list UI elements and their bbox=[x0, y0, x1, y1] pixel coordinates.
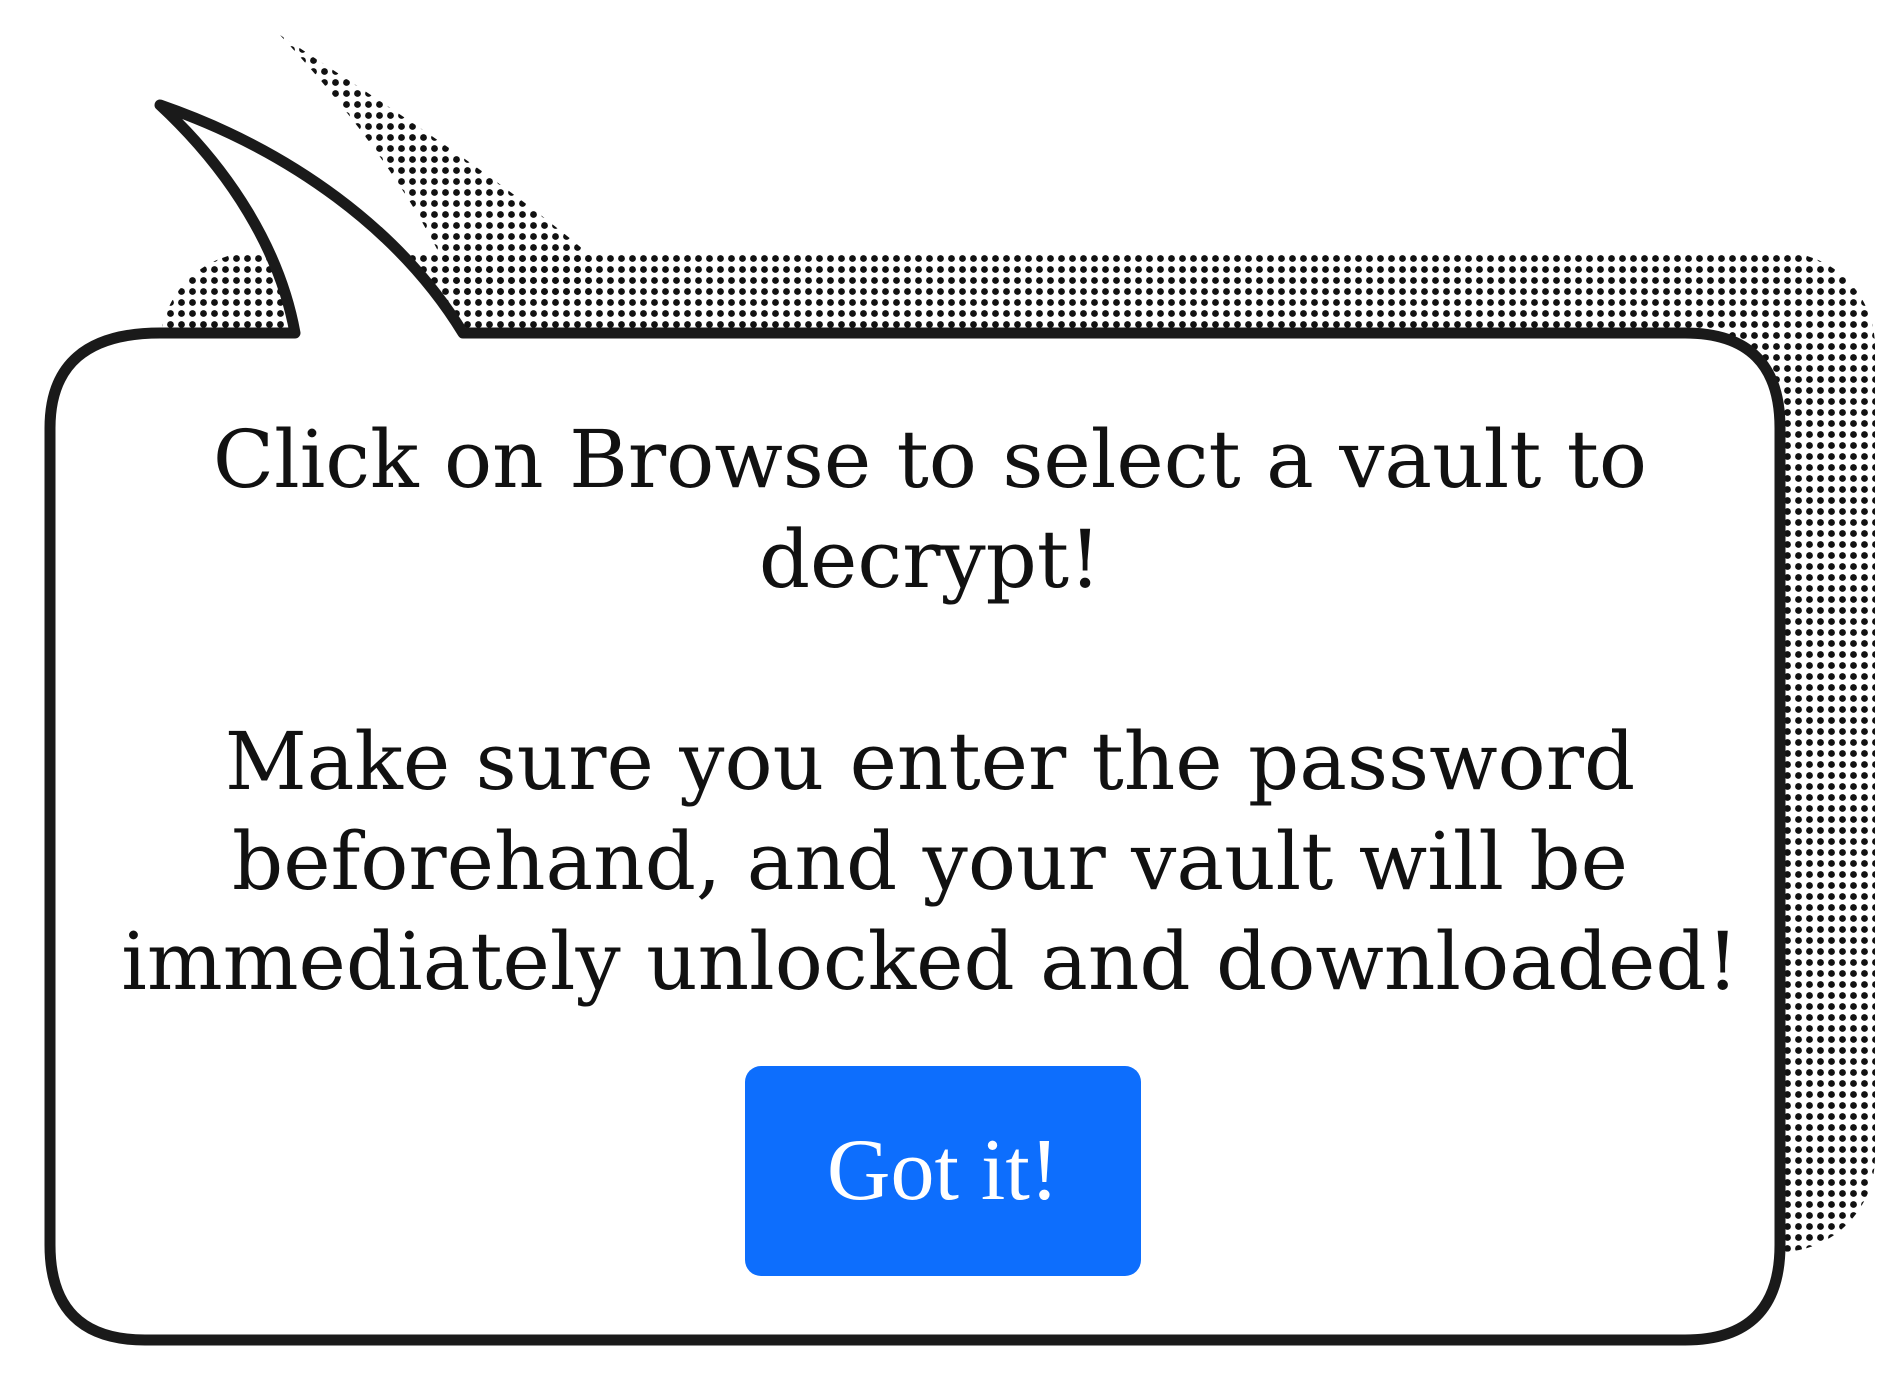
password-hint-text: Make sure you enter the password beforeh… bbox=[121, 715, 1739, 1008]
got-it-button[interactable]: Got it! bbox=[745, 1066, 1141, 1276]
instruction-text: Click on Browse to select a vault to dec… bbox=[212, 413, 1648, 606]
